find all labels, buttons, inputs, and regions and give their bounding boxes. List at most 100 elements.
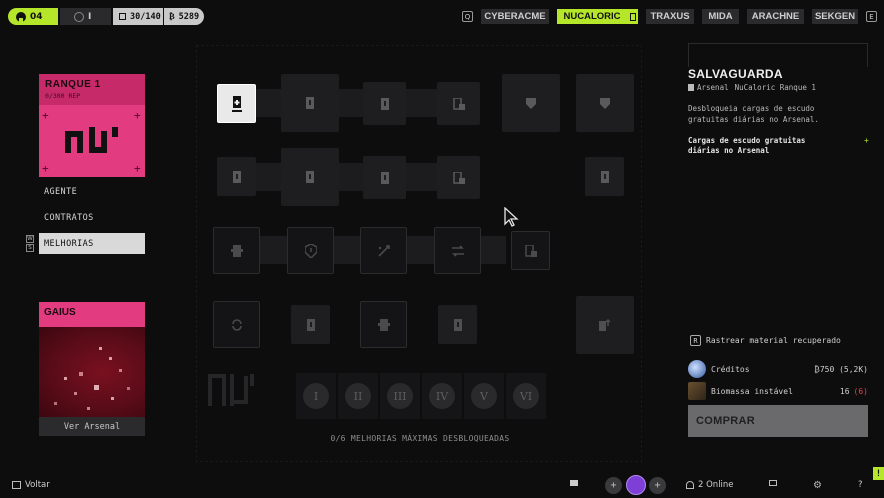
upgrade-node[interactable] bbox=[213, 301, 260, 348]
tier-indicator: V bbox=[471, 383, 497, 409]
track-material-toggle[interactable]: R Rastrear material recuperado bbox=[690, 335, 841, 346]
friends-icon bbox=[686, 481, 694, 489]
menu-up-key: W bbox=[26, 235, 34, 243]
watermark-logo-icon bbox=[208, 374, 254, 406]
upgrade-node[interactable] bbox=[511, 231, 550, 270]
faction-tab-nucaloric[interactable]: NUCALORIC bbox=[557, 9, 627, 24]
prev-faction-key[interactable]: Q bbox=[462, 11, 473, 22]
arsenal-icon bbox=[688, 84, 694, 91]
alert-shield-icon bbox=[304, 243, 317, 258]
shield-charge-icon bbox=[232, 170, 241, 183]
locked-charge-icon bbox=[452, 171, 465, 184]
view-arsenal-button[interactable]: Ver Arsenal bbox=[39, 417, 145, 436]
faction-tab-arachne[interactable]: ARACHNE bbox=[747, 9, 804, 24]
upgrade-node[interactable] bbox=[438, 305, 477, 344]
currency-counter: ₿ 5289 bbox=[164, 8, 204, 25]
track-key: R bbox=[690, 335, 701, 346]
upgrade-node[interactable] bbox=[576, 296, 634, 354]
upgrade-node[interactable] bbox=[585, 157, 624, 196]
upgrade-node-salvaguarda[interactable] bbox=[217, 84, 256, 123]
help-icon: ? bbox=[858, 480, 863, 490]
upgrade-description: Desbloqueia cargas de escudo gratuitas d… bbox=[688, 104, 819, 124]
bottom-bar bbox=[0, 474, 884, 498]
faction-rank-card: RANQUE 1 0/300 REP + + + + bbox=[39, 74, 145, 177]
upgrade-node[interactable] bbox=[434, 227, 481, 274]
faction-tab-traxus[interactable]: TRAXUS bbox=[646, 9, 694, 24]
menu-item-contratos[interactable]: CONTRATOS bbox=[39, 207, 145, 228]
faction-tab-nucaloric-icon bbox=[627, 9, 638, 24]
locked-charge-icon bbox=[452, 97, 465, 110]
rank-ring-icon bbox=[74, 11, 84, 22]
back-key-icon bbox=[12, 481, 21, 489]
sparkle-icon bbox=[377, 244, 390, 257]
chat-icon bbox=[570, 480, 578, 486]
next-faction-key[interactable]: E bbox=[866, 11, 877, 22]
add-party-right-button[interactable]: + bbox=[649, 477, 666, 494]
settings-button[interactable]: ⚙ bbox=[813, 480, 822, 491]
menu-item-agente[interactable]: AGENTE bbox=[39, 181, 145, 202]
corner-plus-icon: + bbox=[42, 162, 49, 175]
upgrade-node[interactable] bbox=[360, 227, 407, 274]
upgrade-node[interactable] bbox=[281, 74, 339, 132]
upgrade-progress-text: 0/6 MELHORIAS MÁXIMAS DESBLOQUEADAS bbox=[330, 434, 510, 443]
corner-plus-icon: + bbox=[134, 109, 141, 122]
upgrade-node[interactable] bbox=[437, 82, 480, 125]
vendor-portrait bbox=[39, 327, 145, 417]
upgrade-node[interactable] bbox=[291, 305, 330, 344]
upgrade-subtitle: Arsenal NuCaloric Ranque 1 bbox=[688, 83, 816, 92]
medkit-icon bbox=[230, 244, 243, 257]
faction-tab-mida[interactable]: MIDA bbox=[702, 9, 739, 24]
cost-name: Biomassa instável bbox=[711, 386, 793, 396]
shield-icon bbox=[526, 98, 536, 109]
shield-charge-icon bbox=[306, 171, 314, 183]
upgrade-node[interactable] bbox=[213, 227, 260, 274]
track-label: Rastrear material recuperado bbox=[706, 336, 841, 345]
player-level-icon bbox=[16, 11, 26, 22]
back-label: Voltar bbox=[25, 480, 50, 490]
help-button[interactable]: ? bbox=[858, 480, 863, 490]
shield-charge-icon bbox=[380, 97, 389, 110]
buy-button[interactable]: COMPRAR bbox=[688, 405, 868, 437]
backpack-icon bbox=[119, 13, 126, 20]
vendor-card-gaius[interactable]: GAIUS Ver Arsenal bbox=[39, 302, 145, 436]
chat-button[interactable] bbox=[570, 480, 578, 486]
mail-button[interactable] bbox=[769, 480, 777, 486]
add-party-left-button[interactable]: + bbox=[605, 477, 622, 494]
vendor-name: GAIUS bbox=[44, 307, 76, 318]
nucaloric-logo-icon bbox=[65, 127, 118, 153]
upgrade-node[interactable] bbox=[576, 74, 634, 132]
credits-icon bbox=[688, 360, 706, 378]
upgrade-source: Arsenal bbox=[697, 83, 729, 92]
back-button[interactable]: Voltar bbox=[12, 480, 50, 490]
upgrade-bonus: Cargas de escudo gratuitas diárias no Ar… bbox=[688, 136, 806, 155]
detail-header-frame bbox=[688, 43, 868, 67]
upgrade-node[interactable] bbox=[281, 148, 339, 206]
tier-indicator: IV bbox=[429, 383, 455, 409]
cost-value: ₿750 (5,2K) bbox=[814, 364, 868, 374]
player-avatar[interactable] bbox=[626, 475, 646, 495]
top-bar: 04 I 30/140 ₿ 5289 Q CYBERACME NUCALORIC… bbox=[0, 0, 884, 34]
notification-flag[interactable]: ! bbox=[873, 467, 884, 480]
menu-item-melhorias[interactable]: MELHORIAS bbox=[39, 233, 145, 254]
upgrade-node[interactable] bbox=[287, 227, 334, 274]
upgrade-node[interactable] bbox=[217, 157, 256, 196]
upgrade-node[interactable] bbox=[360, 301, 407, 348]
tier-indicator: III bbox=[387, 383, 413, 409]
mail-icon bbox=[769, 480, 777, 486]
upgrade-charge-icon bbox=[599, 319, 611, 331]
level-value: 04 bbox=[30, 11, 43, 22]
faction-tab-cyberacme[interactable]: CYBERACME bbox=[481, 9, 549, 24]
rank-value: I bbox=[88, 11, 92, 22]
cost-value: 16 bbox=[839, 386, 850, 396]
menu-down-key: S bbox=[26, 244, 34, 252]
upgrade-node[interactable] bbox=[363, 82, 406, 125]
faction-tab-sekgen[interactable]: SEKGEN bbox=[812, 9, 858, 24]
upgrade-node[interactable] bbox=[363, 156, 406, 199]
upgrade-requirement: NuCaloric Ranque 1 bbox=[734, 83, 816, 92]
online-friends[interactable]: 2 Online bbox=[686, 480, 734, 490]
inventory-counter: 30/140 bbox=[113, 8, 163, 25]
upgrade-node[interactable] bbox=[502, 74, 560, 132]
rank-badge: I bbox=[60, 8, 111, 25]
biomass-icon bbox=[688, 382, 706, 400]
upgrade-node[interactable] bbox=[437, 156, 480, 199]
